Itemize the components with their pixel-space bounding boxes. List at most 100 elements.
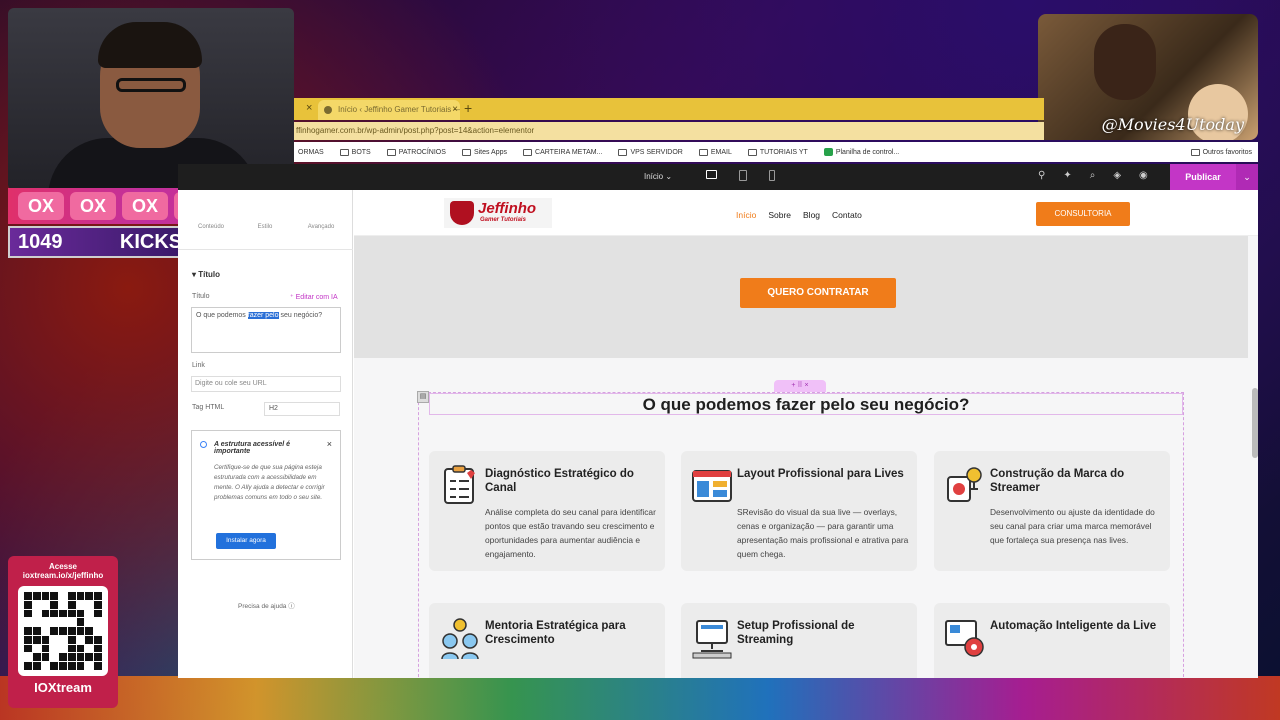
qr-module (85, 618, 94, 627)
qr-module (50, 662, 59, 670)
tab-content[interactable]: Conteúdo (186, 224, 236, 230)
qr-module (50, 618, 59, 627)
close-icon[interactable]: × (327, 439, 332, 449)
bookmarks-bar: ORMAS BOTS PATROCÍNIOS Sites Apps CARTEI… (294, 142, 1258, 162)
qr-module (50, 609, 59, 618)
tab-style[interactable]: Estilo (240, 224, 290, 230)
nav-sobre[interactable]: Sobre (768, 210, 791, 220)
nav-inicio[interactable]: Início (736, 210, 756, 220)
close-tab-icon[interactable]: × (452, 104, 458, 115)
qr-module (59, 635, 67, 644)
link-url-input[interactable]: Digite ou cole seu URL (191, 376, 341, 392)
tag-html-label: Tag HTML (192, 404, 225, 411)
bookmark-label: EMAIL (710, 148, 732, 156)
bookmark-label: VPS SERVIDOR (630, 148, 683, 156)
widget-handle-icon[interactable]: ▤ (417, 391, 429, 403)
kicks-current: 1049 (18, 230, 63, 253)
service-card[interactable]: Layout Profissional para Lives SRevisão … (681, 451, 917, 571)
section-title[interactable]: ▾ Título (192, 270, 220, 279)
qr-module (67, 609, 76, 618)
bookmark-vps[interactable]: VPS SERVIDOR (618, 148, 683, 156)
tag-html-select[interactable]: H2 (264, 402, 340, 416)
publish-button[interactable]: Publicar (1170, 164, 1236, 190)
tab-close-icon[interactable]: × (306, 102, 312, 114)
qr-module (94, 609, 102, 618)
nav-blog[interactable]: Blog (803, 210, 820, 220)
desktop-icon[interactable] (706, 170, 717, 179)
qr-module (32, 609, 41, 618)
badge-3: OX (122, 192, 168, 220)
browser-window: × Início ‹ Jeffinho Gamer Tutoriais — Wo… (294, 98, 1258, 164)
bookmark-outros[interactable]: Outros favoritos (1190, 148, 1252, 156)
preview-scrollbar[interactable] (1252, 388, 1258, 458)
mobile-icon[interactable] (769, 170, 775, 181)
qr-module (41, 662, 50, 670)
ioxtream-logo: IOXtream (34, 680, 92, 695)
bookmark-tutoriais[interactable]: TUTORIAIS YT (747, 148, 808, 156)
heading-widget[interactable]: O que podemos fazer pelo seu negócio? (429, 393, 1183, 415)
consultoria-button[interactable]: CONSULTORIA (1036, 202, 1130, 226)
title-textarea[interactable]: O que podemos fazer pelo seu negócio? (191, 307, 341, 353)
search-icon[interactable]: ⌕ (1090, 170, 1096, 181)
service-card[interactable]: Automação Inteligente da Live (934, 603, 1170, 678)
qr-module (59, 609, 67, 618)
bookmark-ormas[interactable]: ORMAS (298, 149, 324, 156)
card-title: Automação Inteligente da Live (990, 620, 1157, 632)
services-section: ▤ O que podemos fazer pelo seu negócio? … (417, 391, 1184, 678)
badge-1: OX (18, 192, 64, 220)
section-handle[interactable]: + ⠿ × (774, 380, 826, 392)
qr-module (41, 653, 50, 662)
bookmark-label: Planilha de control... (835, 148, 900, 156)
bookmark-label: Outros favoritos (1202, 148, 1252, 156)
bookmark-label: Sites Apps (473, 148, 508, 156)
topbar-tools: ⚲ ✦ ⌕ ◈ ◉ (1038, 170, 1148, 181)
service-card[interactable]: Setup Profissional de Streaming (681, 603, 917, 678)
tablet-icon[interactable] (739, 170, 747, 181)
structure-icon[interactable]: ◈ (1113, 170, 1121, 181)
lightbulb-icon (200, 441, 207, 448)
streaming-setup-icon (692, 620, 732, 659)
qr-module (94, 618, 102, 627)
notifications-icon[interactable]: ✦ (1063, 170, 1071, 181)
quero-contratar-button[interactable]: QUERO CONTRATAR (740, 278, 896, 308)
service-card[interactable]: Construção da Marca do Streamer Desenvol… (934, 451, 1170, 571)
folder-icon (618, 148, 628, 156)
bookmark-planilha[interactable]: Planilha de control... (823, 148, 900, 156)
qr-module (67, 600, 76, 609)
qr-module (59, 618, 67, 627)
nav-contato[interactable]: Contato (832, 210, 862, 220)
browser-tab[interactable]: Início ‹ Jeffinho Gamer Tutoriais — Word… (318, 100, 460, 120)
qr-module (94, 662, 102, 670)
edit-with-ai-link[interactable]: ⁺ Editar com IA (290, 293, 338, 301)
bookmark-patrocinios[interactable]: PATROCÍNIOS (386, 148, 446, 156)
card-title: Diagnóstico Estratégico do Canal (485, 468, 634, 494)
bookmark-carteira[interactable]: CARTEIRA METAM... (523, 148, 602, 156)
service-card[interactable]: Diagnóstico Estratégico do Canal Análise… (429, 451, 665, 571)
qr-module (85, 609, 94, 618)
page-selector[interactable]: Início ⌄ (644, 172, 672, 181)
webcam-glasses (116, 78, 186, 92)
publish-options-button[interactable]: ⌄ (1236, 164, 1258, 190)
qr-module (67, 653, 76, 662)
title-text-selected: fazer pelo (247, 312, 279, 319)
bookmark-sites-apps[interactable]: Sites Apps (461, 148, 508, 156)
service-card[interactable]: Mentoria Estratégica para Crescimento (429, 603, 665, 678)
qr-module (67, 618, 76, 627)
preview-icon[interactable]: ◉ (1139, 170, 1148, 181)
address-bar[interactable]: ffinhogamer.com.br/wp-admin/post.php?pos… (294, 122, 1044, 140)
site-logo[interactable]: Jeffinho Gamer Tutoriais (444, 198, 552, 228)
install-now-button[interactable]: Instalar agora (216, 533, 276, 549)
help-link[interactable]: Precisa de ajuda ⓘ (238, 600, 295, 610)
qr-module (94, 635, 102, 644)
qr-module (59, 600, 67, 609)
site-settings-icon[interactable]: ⚲ (1038, 170, 1045, 181)
bookmark-email[interactable]: EMAIL (698, 148, 732, 156)
qr-module (41, 609, 50, 618)
card-description: SRevisão do visual da sua live — overlay… (737, 507, 909, 559)
tab-bar: × Início ‹ Jeffinho Gamer Tutoriais — Wo… (294, 98, 1044, 120)
bookmark-label: PATROCÍNIOS (398, 148, 446, 156)
bookmark-bots[interactable]: BOTS (339, 148, 371, 156)
tab-advanced[interactable]: Avançado (296, 224, 346, 230)
new-tab-button[interactable]: + (464, 100, 472, 116)
folder-icon (461, 148, 471, 156)
